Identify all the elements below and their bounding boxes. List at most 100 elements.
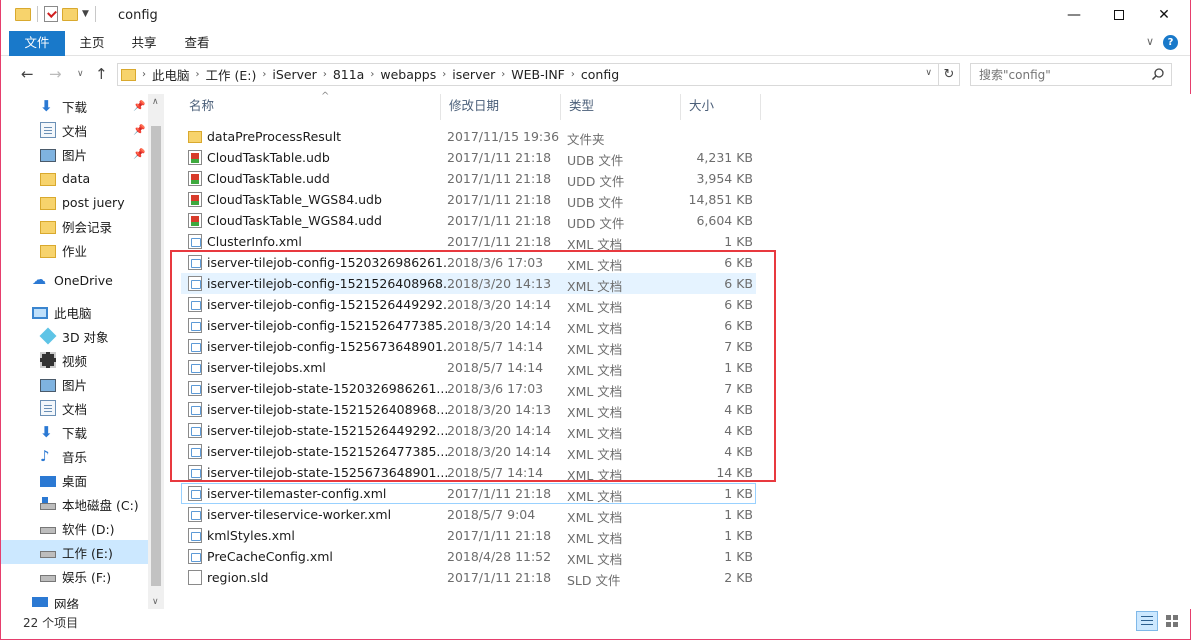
sidebar-item-post-juery[interactable]: post juery	[1, 190, 148, 214]
table-row[interactable]: CloudTaskTable_WGS84.udd 2017/1/11 21:18 U…	[181, 210, 756, 231]
chevron-right-icon[interactable]: ›	[196, 69, 200, 80]
pin-icon[interactable]: 📌	[133, 125, 145, 136]
sidebar-item-music[interactable]: ♪ 音乐	[1, 444, 148, 468]
sidebar-item-drive-c[interactable]: 本地磁盘 (C:)	[1, 492, 148, 516]
table-row[interactable]: iserver-tilejob-config-1521526408968... 2…	[181, 273, 756, 294]
scroll-up-icon[interactable]: ∧	[152, 97, 159, 107]
sidebar-item-videos[interactable]: 视频	[1, 348, 148, 372]
scrollbar-thumb[interactable]	[151, 126, 161, 586]
chevron-right-icon[interactable]: ›	[142, 69, 146, 80]
sidebar-item-documents-pinned[interactable]: 文档 📌	[1, 118, 148, 142]
large-icons-view-button[interactable]	[1162, 611, 1184, 631]
sidebar-item-drive-f[interactable]: 娱乐 (F:)	[1, 564, 148, 588]
table-row[interactable]: iserver-tilemaster-config.xml 2017/1/11 2…	[181, 483, 756, 504]
details-view-button[interactable]	[1136, 611, 1158, 631]
table-row[interactable]: dataPreProcessResult 2017/11/15 19:36 文件夹	[181, 126, 756, 147]
refresh-button[interactable]: ↻	[939, 63, 960, 86]
expand-ribbon-icon[interactable]: ∨	[1146, 35, 1154, 48]
breadcrumb-webapps[interactable]: webapps	[380, 67, 436, 82]
breadcrumb-web-inf[interactable]: WEB-INF	[511, 67, 565, 82]
close-button[interactable]: ✕	[1141, 0, 1187, 30]
table-row[interactable]: iserver-tilejob-config-1525673648901... 2…	[181, 336, 756, 357]
sidebar-item-downloads-pinned[interactable]: ⬇ 下载 📌	[1, 94, 148, 118]
address-dropdown-icon[interactable]: ∨	[925, 68, 932, 78]
breadcrumb-config[interactable]: config	[581, 67, 619, 82]
table-row[interactable]: region.sld 2017/1/11 21:18 SLD 文件 2 KB	[181, 567, 756, 588]
sidebar-item-3d-objects[interactable]: 3D 对象	[1, 324, 148, 348]
properties-icon[interactable]	[44, 6, 58, 22]
table-row[interactable]: CloudTaskTable.udd 2017/1/11 21:18 UDD 文件 3…	[181, 168, 756, 189]
chevron-right-icon[interactable]: ›	[442, 69, 446, 80]
file-list: 名称 ^ 修改日期 类型 大小 dataPreProcessResult 2017…	[164, 91, 1190, 609]
table-row[interactable]: iserver-tileservice-worker.xml 2018/5/7 9…	[181, 504, 756, 525]
table-row[interactable]: iserver-tilejob-state-1521526449292... 20…	[181, 420, 756, 441]
breadcrumb-this-pc[interactable]: 此电脑	[152, 65, 190, 84]
sidebar-item-drive-e[interactable]: 工作 (E:)	[1, 540, 148, 564]
breadcrumb-iserver[interactable]: iServer	[272, 67, 316, 82]
minimize-button[interactable]: —	[1051, 0, 1097, 30]
forward-icon[interactable]: →	[49, 65, 62, 83]
table-row[interactable]: CloudTaskTable.udb 2017/1/11 21:18 UDB 文件 4…	[181, 147, 756, 168]
breadcrumb-drive-e[interactable]: 工作 (E:)	[206, 65, 257, 84]
table-row[interactable]: iserver-tilejob-config-1520326986261... 2…	[181, 252, 756, 273]
sidebar-item-drive-d[interactable]: 软件 (D:)	[1, 516, 148, 540]
column-header-type[interactable]: 类型	[561, 94, 681, 120]
file-list-scrollbar[interactable]	[1177, 94, 1191, 609]
table-row[interactable]: ClusterInfo.xml 2017/1/11 21:18 XML 文档 1 KB	[181, 231, 756, 252]
up-icon[interactable]: ↑	[95, 65, 108, 83]
chevron-right-icon[interactable]: ›	[501, 69, 505, 80]
search-box[interactable]	[970, 63, 1172, 86]
sidebar-item-network[interactable]: 网络	[1, 594, 148, 609]
sidebar-item-desktop[interactable]: 桌面	[1, 468, 148, 492]
pin-icon[interactable]: 📌	[133, 101, 145, 112]
table-row[interactable]: iserver-tilejob-state-1521526477385... 20…	[181, 441, 756, 462]
table-row[interactable]: iserver-tilejobs.xml 2018/5/7 14:14 XML 文档…	[181, 357, 756, 378]
table-row[interactable]: iserver-tilejob-state-1520326986261... 20…	[181, 378, 756, 399]
table-row[interactable]: iserver-tilejob-config-1521526449292... 2…	[181, 294, 756, 315]
customize-toolbar-icon[interactable]: ▼	[82, 9, 89, 19]
table-row[interactable]: iserver-tilejob-config-1521526477385... 2…	[181, 315, 756, 336]
tab-file[interactable]: 文件	[9, 31, 65, 56]
chevron-right-icon[interactable]: ›	[323, 69, 327, 80]
table-row[interactable]: kmlStyles.xml 2017/1/11 21:18 XML 文档 1 KB	[181, 525, 756, 546]
sidebar-item-pictures-pinned[interactable]: 图片 📌	[1, 142, 148, 166]
recent-locations-icon[interactable]: ∨	[77, 69, 84, 79]
back-icon[interactable]: ←	[21, 65, 34, 83]
table-row[interactable]: CloudTaskTable_WGS84.udb 2017/1/11 21:18 U…	[181, 189, 756, 210]
tab-view[interactable]: 查看	[184, 31, 210, 56]
chevron-right-icon[interactable]: ›	[370, 69, 374, 80]
sidebar-item-documents[interactable]: 文档	[1, 396, 148, 420]
sidebar-item-data[interactable]: data	[1, 166, 148, 190]
breadcrumb-811a[interactable]: 811a	[333, 67, 365, 82]
pin-icon[interactable]: 📌	[133, 149, 145, 160]
chevron-right-icon[interactable]: ›	[571, 69, 575, 80]
sidebar-item-pictures[interactable]: 图片	[1, 372, 148, 396]
column-header-date[interactable]: 修改日期	[441, 94, 561, 120]
column-header-name[interactable]: 名称 ^	[181, 91, 441, 120]
table-row[interactable]: iserver-tilejob-state-1525673648901... 20…	[181, 462, 756, 483]
help-icon[interactable]: ?	[1163, 35, 1178, 50]
sidebar-item-this-pc[interactable]: 此电脑	[1, 300, 148, 324]
table-row[interactable]: iserver-tilejob-state-1521526408968... 20…	[181, 399, 756, 420]
search-icon[interactable]	[1151, 67, 1165, 81]
breadcrumb-iserver-lower[interactable]: iserver	[452, 67, 495, 82]
file-name: iserver-tilejob-state-1521526477385...	[207, 444, 449, 459]
file-name: CloudTaskTable.udb	[207, 150, 330, 165]
file-type: UDD 文件	[567, 216, 625, 231]
new-folder-icon[interactable]	[62, 7, 78, 21]
sidebar-item-downloads[interactable]: ⬇ 下载	[1, 420, 148, 444]
tab-share[interactable]: 共享	[131, 31, 157, 56]
table-row[interactable]: PreCacheConfig.xml 2018/4/28 11:52 XML 文档 1…	[181, 546, 756, 567]
sidebar-item-meeting-notes[interactable]: 例会记录	[1, 214, 148, 238]
address-bar[interactable]: › 此电脑 › 工作 (E:) › iServer › 811a › webap…	[117, 63, 939, 86]
sidebar-item-label: 例会记录	[62, 219, 113, 235]
search-input[interactable]	[971, 64, 1141, 85]
sidebar-item-onedrive[interactable]: ☁ OneDrive	[1, 268, 148, 292]
maximize-button[interactable]	[1096, 0, 1142, 30]
tab-home[interactable]: 主页	[79, 31, 105, 56]
navigation-scrollbar[interactable]: ∧ ∨	[148, 94, 164, 609]
chevron-right-icon[interactable]: ›	[262, 69, 266, 80]
sidebar-item-homework[interactable]: 作业	[1, 238, 148, 262]
scroll-down-icon[interactable]: ∨	[152, 597, 159, 607]
column-header-size[interactable]: 大小	[681, 94, 761, 120]
